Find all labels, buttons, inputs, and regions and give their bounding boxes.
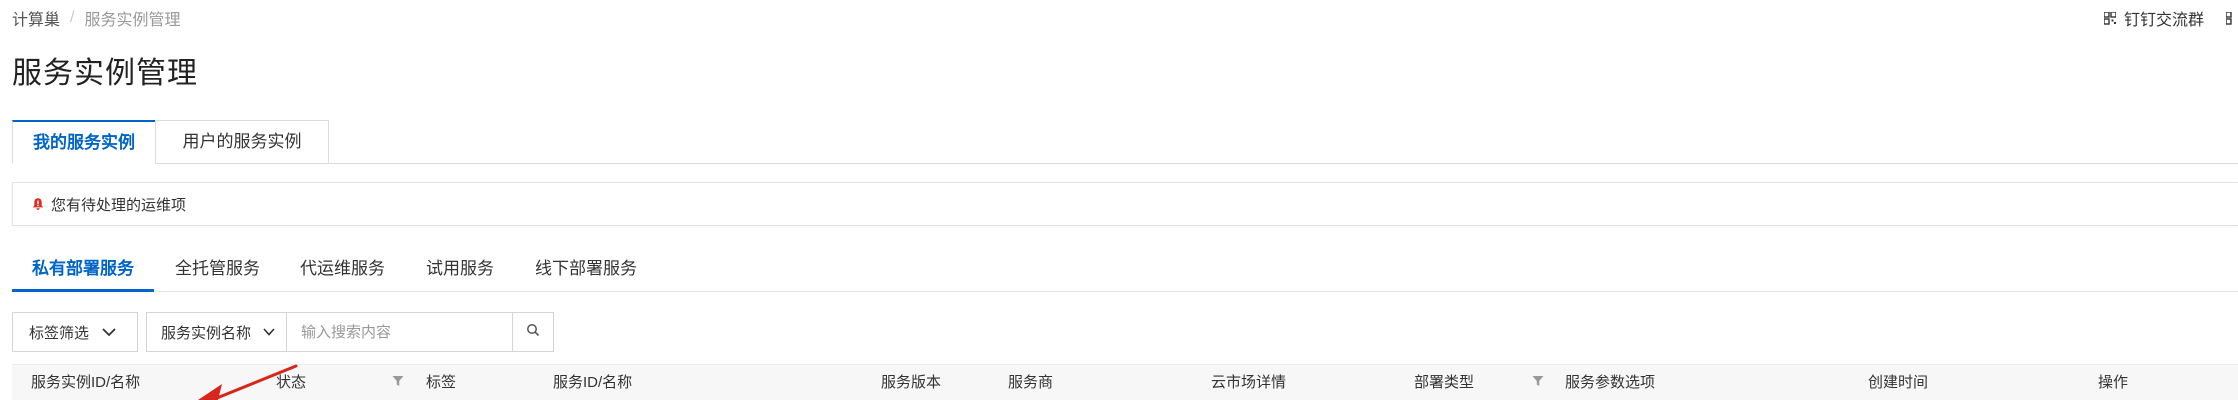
- tab-private-deployment[interactable]: 私有部署服务: [12, 248, 154, 292]
- breadcrumb-root-link[interactable]: 计算巢: [12, 6, 60, 30]
- search-button[interactable]: [513, 313, 553, 351]
- search-field-select[interactable]: 服务实例名称: [147, 313, 287, 351]
- instance-tabs: 我的服务实例 用户的服务实例: [12, 120, 2238, 164]
- col-tags: 标签: [426, 374, 457, 391]
- search-input[interactable]: [287, 313, 513, 351]
- search-field-label: 服务实例名称: [161, 324, 252, 342]
- col-created-time: 创建时间: [1868, 374, 1929, 391]
- tab-fully-managed[interactable]: 全托管服务: [175, 248, 260, 292]
- chevron-down-icon: [262, 325, 276, 343]
- status-filter-icon[interactable]: [392, 365, 404, 400]
- tab-managed-ops[interactable]: 代运维服务: [300, 248, 385, 292]
- deploy-type-filter-icon[interactable]: [1532, 365, 1544, 400]
- col-service-params: 服务参数选项: [1565, 374, 1656, 391]
- breadcrumb-separator: /: [70, 9, 75, 26]
- tag-filter-label: 标签筛选: [29, 324, 90, 342]
- col-service-version: 服务版本: [881, 374, 942, 391]
- pending-ops-alert[interactable]: 您有待处理的运维项: [12, 182, 2238, 226]
- tab-my-service-instances[interactable]: 我的服务实例: [12, 120, 156, 164]
- dingtalk-group-link[interactable]: 钉钉交流群: [2124, 6, 2204, 30]
- col-status: 状态: [276, 374, 307, 391]
- tab-offline-deployment[interactable]: 线下部署服务: [535, 248, 637, 292]
- alert-text: 您有待处理的运维项: [51, 196, 187, 214]
- col-deploy-type: 部署类型: [1414, 374, 1475, 391]
- search-group: 服务实例名称: [146, 312, 554, 352]
- col-provider: 服务商: [1008, 374, 1054, 391]
- bell-icon: [31, 197, 45, 211]
- tag-filter-dropdown[interactable]: 标签筛选: [12, 312, 138, 352]
- page-title: 服务实例管理: [12, 57, 198, 90]
- tab-user-service-instances[interactable]: 用户的服务实例: [155, 120, 329, 164]
- search-icon: [526, 323, 540, 342]
- table-header: 服务实例ID/名称 状态 标签 服务ID/名称 服务版本 服务商 云市场详情 部…: [12, 364, 2238, 400]
- breadcrumb: 计算巢 / 服务实例管理: [12, 6, 180, 30]
- qrcode-icon: [2103, 10, 2117, 25]
- topright-links: 钉钉交流群: [2103, 6, 2238, 30]
- col-marketplace-details: 云市场详情: [1211, 374, 1287, 391]
- col-instance-id-name: 服务实例ID/名称: [31, 374, 141, 391]
- more-icon[interactable]: [2225, 10, 2238, 25]
- chevron-down-icon: [101, 325, 117, 343]
- tab-trial[interactable]: 试用服务: [426, 248, 494, 292]
- col-service-id-name: 服务ID/名称: [553, 374, 633, 391]
- service-type-tabs: 私有部署服务 全托管服务 代运维服务 试用服务 线下部署服务: [12, 248, 2238, 292]
- col-actions: 操作: [2098, 374, 2129, 391]
- breadcrumb-current: 服务实例管理: [84, 12, 181, 29]
